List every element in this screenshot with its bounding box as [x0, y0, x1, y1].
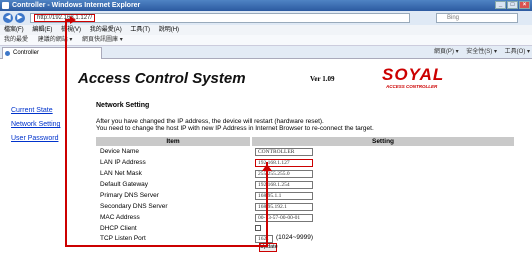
dhcp-checkbox[interactable]: [255, 225, 261, 231]
menu-bar: 檔案(F) 編輯(E) 檢視(V) 我的最愛(A) 工具(T) 說明(H): [0, 25, 532, 35]
tab-controller[interactable]: Controller: [2, 47, 102, 59]
port-range-hint: (1024~9999): [276, 234, 314, 241]
tcp-port-input[interactable]: 1621: [255, 235, 273, 243]
row-label-gateway: Default Gateway: [100, 181, 149, 188]
row-label-primary-dns: Primary DNS Server: [100, 192, 159, 199]
page-title: Access Control System: [78, 70, 246, 87]
maximize-button[interactable]: □: [507, 1, 518, 9]
info-text-1: After you have changed the IP address, t…: [96, 118, 324, 125]
menu-favorites[interactable]: 我的最愛(A): [90, 27, 122, 33]
back-icon[interactable]: ◀: [3, 13, 13, 23]
mac-address-input[interactable]: 00-13-57-00-00-01: [255, 214, 313, 222]
favorites-button[interactable]: 我的最愛: [4, 37, 28, 43]
sidebar-item-current-state[interactable]: Current State: [11, 107, 53, 114]
page-menu[interactable]: 網頁(P) ▾: [434, 49, 459, 55]
search-input[interactable]: Bing: [436, 13, 518, 23]
favorites-bar: 我的最愛 建議的網站 ▾ 網頁快訊圖庫 ▾: [0, 35, 532, 46]
url-input[interactable]: http://192.168.1.127/: [30, 13, 410, 23]
version-label: Ver 1.09: [310, 75, 335, 83]
tab-label: Controller: [13, 50, 40, 56]
row-label-secondary-dns: Secondary DNS Server: [100, 203, 168, 210]
menu-help[interactable]: 說明(H): [159, 27, 179, 33]
soyal-logo: SOYAL: [382, 65, 445, 84]
minimize-button[interactable]: _: [495, 1, 506, 9]
row-label-tcp-port: TCP Listen Port: [100, 235, 146, 242]
sidebar-item-network-setting[interactable]: Network Setting: [11, 121, 60, 128]
forward-icon[interactable]: ▶: [15, 13, 25, 23]
window-controls: _ □ ×: [495, 1, 530, 9]
annotation-line-bottom: [65, 245, 268, 247]
column-header-setting: Setting: [252, 137, 514, 146]
row-label-net-mask: LAN Net Mask: [100, 170, 142, 177]
annotation-line-to-ip: [266, 162, 268, 247]
window-titlebar: Controller - Windows Internet Explorer _…: [0, 0, 532, 11]
annotation-arrowhead-url: [70, 16, 76, 24]
annotation-line-vertical: [65, 19, 67, 247]
web-slice-gallery-link[interactable]: 網頁快訊圖庫 ▾: [82, 37, 123, 43]
device-name-input[interactable]: CONTROLLER: [255, 148, 313, 156]
net-mask-input[interactable]: 255.255.255.0: [255, 170, 313, 178]
secondary-dns-input[interactable]: 168.95.192.1: [255, 203, 313, 211]
sidebar-item-user-password[interactable]: User Password: [11, 135, 58, 142]
ie-icon: [2, 2, 9, 9]
address-bar: ◀ ▶ http://192.168.1.127/ Bing: [0, 11, 532, 25]
safety-menu[interactable]: 安全性(S) ▾: [466, 49, 497, 55]
suggested-sites-link[interactable]: 建議的網站 ▾: [38, 37, 73, 43]
command-bar: 網頁(P) ▾ 安全性(S) ▾ 工具(O) ▾: [428, 48, 530, 57]
search-placeholder: Bing: [447, 15, 460, 21]
info-text-2: You need to change the host IP with new …: [96, 125, 374, 132]
primary-dns-input[interactable]: 168.95.1.1: [255, 192, 313, 200]
tools-menu[interactable]: 工具(O) ▾: [505, 49, 530, 55]
menu-edit[interactable]: 編輯(E): [32, 27, 52, 33]
row-label-lan-ip: LAN IP Address: [100, 159, 146, 166]
window-title: Controller - Windows Internet Explorer: [12, 2, 141, 9]
column-header-item: Item: [96, 137, 250, 146]
row-label-device-name: Device Name: [100, 148, 140, 155]
annotation-arrowhead-ip: [262, 164, 272, 171]
tab-bar: Controller 網頁(P) ▾ 安全性(S) ▾ 工具(O) ▾: [0, 46, 532, 59]
menu-tools[interactable]: 工具(T): [130, 27, 150, 33]
gateway-input[interactable]: 192.168.1.254: [255, 181, 313, 189]
menu-file[interactable]: 檔案(F): [4, 27, 24, 33]
section-title: Network Setting: [96, 102, 150, 109]
logo-subtitle: ACCESS CONTROLLER: [386, 84, 438, 89]
close-button[interactable]: ×: [519, 1, 530, 9]
row-label-dhcp: DHCP Client: [100, 225, 137, 232]
row-label-mac: MAC Address: [100, 214, 140, 221]
